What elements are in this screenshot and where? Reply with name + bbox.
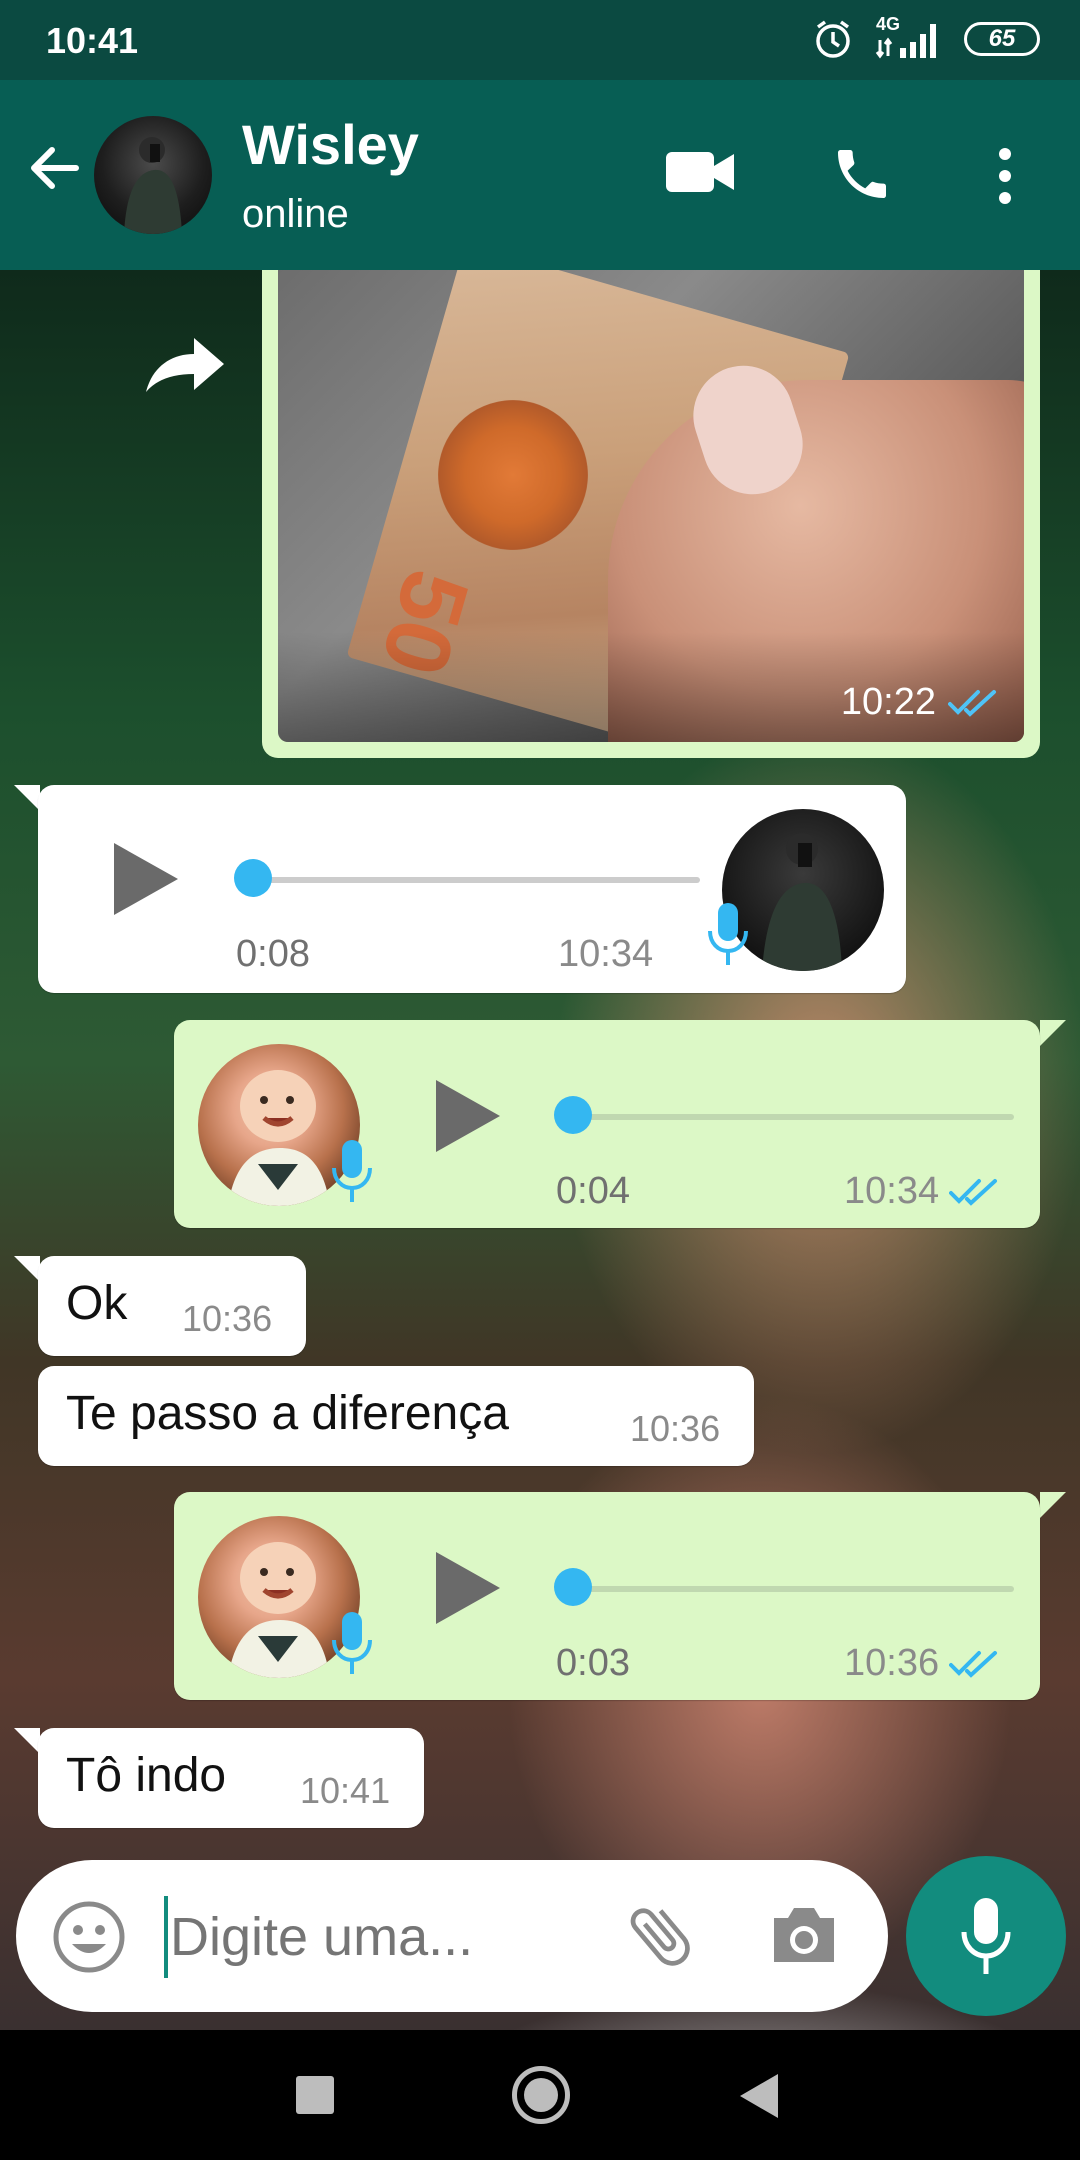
play-icon[interactable]: [436, 1080, 500, 1152]
record-voice-button[interactable]: [906, 1856, 1066, 2016]
audio-duration: 0:04: [556, 1170, 630, 1212]
audio-message-incoming: 0:08 10:34: [38, 785, 906, 993]
more-vert-icon[interactable]: [990, 146, 1020, 211]
audio-track[interactable]: [574, 1586, 1014, 1592]
battery-icon: 65: [964, 22, 1040, 56]
chat-header: Wisley online: [0, 80, 1080, 270]
audio-time: 10:36: [844, 1642, 940, 1684]
play-icon[interactable]: [114, 843, 178, 915]
audio-seek-knob[interactable]: [554, 1096, 592, 1134]
phone-icon[interactable]: [830, 142, 894, 211]
nav-back-icon[interactable]: [740, 2074, 778, 2118]
audio-seek-knob[interactable]: [234, 859, 272, 897]
photo-banknote[interactable]: 50 10:22: [278, 270, 1024, 742]
double-check-icon: [949, 1650, 998, 1678]
bubble-tail: [14, 1256, 40, 1282]
camera-icon[interactable]: [768, 1900, 840, 1975]
mic-icon: [961, 1898, 1011, 1974]
status-icons: 4G 65: [812, 14, 1040, 60]
emoji-icon[interactable]: [52, 1900, 126, 1979]
message-text: Ok: [66, 1277, 128, 1330]
contact-avatar[interactable]: [94, 116, 212, 234]
nav-home-icon[interactable]: [512, 2066, 570, 2124]
bubble-tail: [14, 1728, 40, 1754]
mic-icon: [332, 1140, 372, 1202]
alarm-icon: [816, 20, 850, 58]
paperclip-icon[interactable]: [622, 1898, 698, 1979]
mic-icon: [708, 903, 748, 965]
photo-time: 10:22: [840, 681, 936, 723]
photo-meta: 10:22: [841, 681, 1000, 724]
double-check-icon: [948, 689, 996, 717]
bubble-tail: [1040, 1020, 1066, 1046]
message-text: Tô indo: [66, 1749, 227, 1802]
status-time: 10:41: [46, 20, 139, 61]
text-message-incoming[interactable]: Te passo a diferença 10:36: [38, 1366, 754, 1466]
text-message-incoming[interactable]: Ok 10:36: [38, 1256, 306, 1356]
audio-time: 10:34: [558, 933, 654, 975]
message-input[interactable]: [168, 1894, 592, 1980]
audio-message-outgoing: 0:04 10:34: [174, 1020, 1040, 1228]
audio-meta: 10:34: [844, 1170, 1001, 1213]
signal-icon: 4G: [874, 14, 944, 60]
message-input-bar: [16, 1860, 888, 2012]
video-camera-icon[interactable]: [664, 148, 736, 201]
message-time: 10:36: [182, 1298, 273, 1339]
double-check-icon: [949, 1178, 998, 1206]
text-message-incoming[interactable]: Tô indo 10:41: [38, 1728, 424, 1828]
forward-icon[interactable]: [138, 330, 228, 400]
audio-duration: 0:08: [236, 933, 310, 975]
battery-level: 65: [988, 25, 1016, 52]
message-text: Te passo a diferença: [66, 1387, 509, 1440]
nav-square-icon[interactable]: [296, 2076, 334, 2114]
audio-time: 10:34: [844, 1170, 940, 1212]
contact-status: online: [242, 192, 349, 236]
audio-duration: 0:03: [556, 1642, 630, 1684]
bubble-tail: [1040, 1492, 1066, 1518]
mic-icon: [332, 1612, 372, 1674]
status-bar: 10:41 4G 65: [0, 0, 1080, 80]
audio-track[interactable]: [254, 877, 700, 883]
play-icon[interactable]: [436, 1552, 500, 1624]
bubble-tail: [14, 785, 40, 811]
audio-meta: 10:36: [844, 1642, 1001, 1685]
audio-message-outgoing: 0:03 10:36: [174, 1492, 1040, 1700]
contact-name[interactable]: Wisley: [242, 112, 419, 177]
back-arrow-icon[interactable]: [24, 138, 84, 198]
system-nav-bar: [0, 2030, 1080, 2160]
message-time: 10:36: [630, 1408, 721, 1449]
audio-seek-knob[interactable]: [554, 1568, 592, 1606]
message-time: 10:41: [300, 1770, 391, 1811]
audio-track[interactable]: [574, 1114, 1014, 1120]
